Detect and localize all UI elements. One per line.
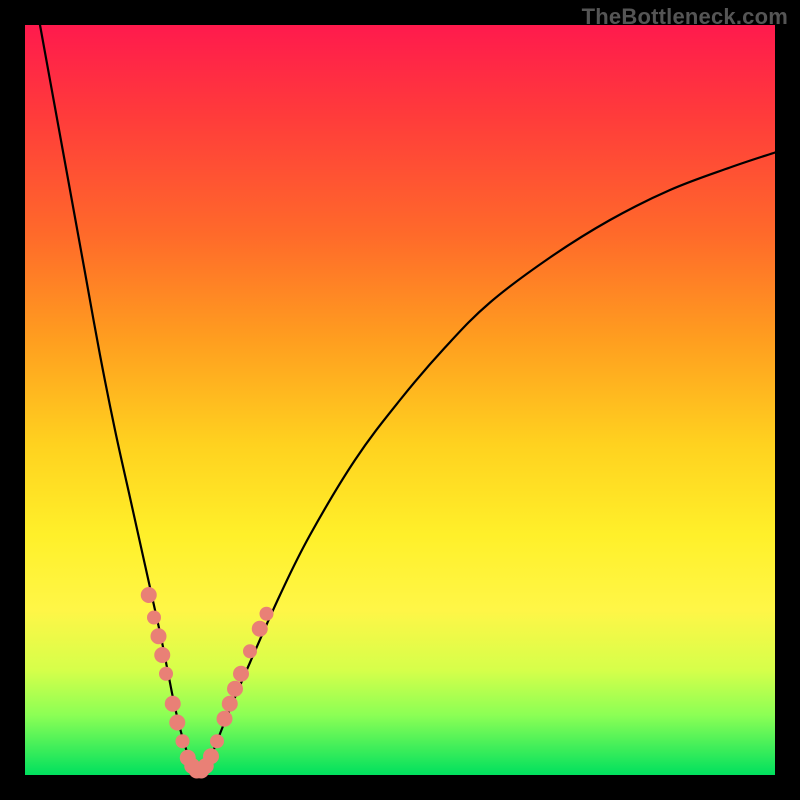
curve-marker (151, 628, 167, 644)
curve-marker (217, 711, 233, 727)
curve-marker (210, 734, 224, 748)
curve-marker (147, 611, 161, 625)
curve-marker (252, 621, 268, 637)
attribution-label: TheBottleneck.com (582, 4, 788, 30)
curve-markers (141, 587, 274, 779)
curve-marker (141, 587, 157, 603)
curve-marker (154, 647, 170, 663)
curve-marker (165, 696, 181, 712)
curve-marker (233, 666, 249, 682)
chart-plot-area (25, 25, 775, 775)
curve-marker (243, 644, 257, 658)
curve-marker (169, 715, 185, 731)
curve-marker (203, 748, 219, 764)
curve-marker (227, 681, 243, 697)
curve-marker (222, 696, 238, 712)
curve-marker (176, 734, 190, 748)
bottleneck-curve-svg (25, 25, 775, 775)
bottleneck-curve-path (40, 25, 775, 775)
curve-marker (260, 607, 274, 621)
curve-marker (159, 667, 173, 681)
